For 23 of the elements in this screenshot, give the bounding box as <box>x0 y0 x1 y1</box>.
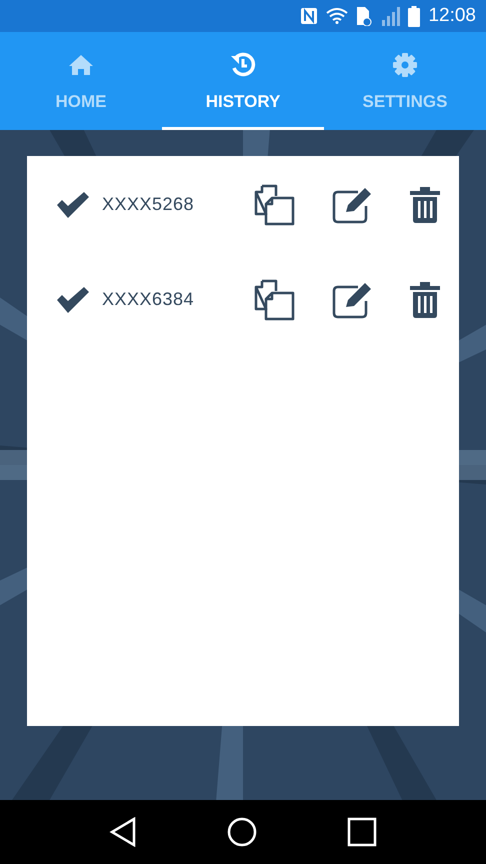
history-number: XXXX5268 <box>102 194 196 215</box>
status-time: 12:08 <box>428 5 476 27</box>
copy-button[interactable] <box>254 278 296 320</box>
tab[interactable]: HOME <box>0 32 162 130</box>
history-icon <box>230 52 256 78</box>
recents-button[interactable] <box>347 817 377 847</box>
edit-button[interactable] <box>332 280 374 318</box>
battery-icon <box>408 6 420 26</box>
tab[interactable]: SETTINGS <box>324 32 486 130</box>
delete-button[interactable] <box>410 280 440 318</box>
nfc-icon <box>300 7 318 25</box>
back-button[interactable] <box>109 817 137 847</box>
checkmark-icon <box>55 190 91 218</box>
signal-icon <box>380 6 400 26</box>
home-icon <box>68 54 94 76</box>
delete-button[interactable] <box>410 186 440 224</box>
home-button[interactable] <box>227 817 257 847</box>
edit-button[interactable] <box>332 186 374 224</box>
history-number: XXXX6384 <box>102 289 196 310</box>
copy-button[interactable] <box>254 184 296 226</box>
sim-card-icon <box>356 6 372 26</box>
wifi-icon <box>326 8 348 24</box>
checkmark-icon <box>55 286 91 314</box>
